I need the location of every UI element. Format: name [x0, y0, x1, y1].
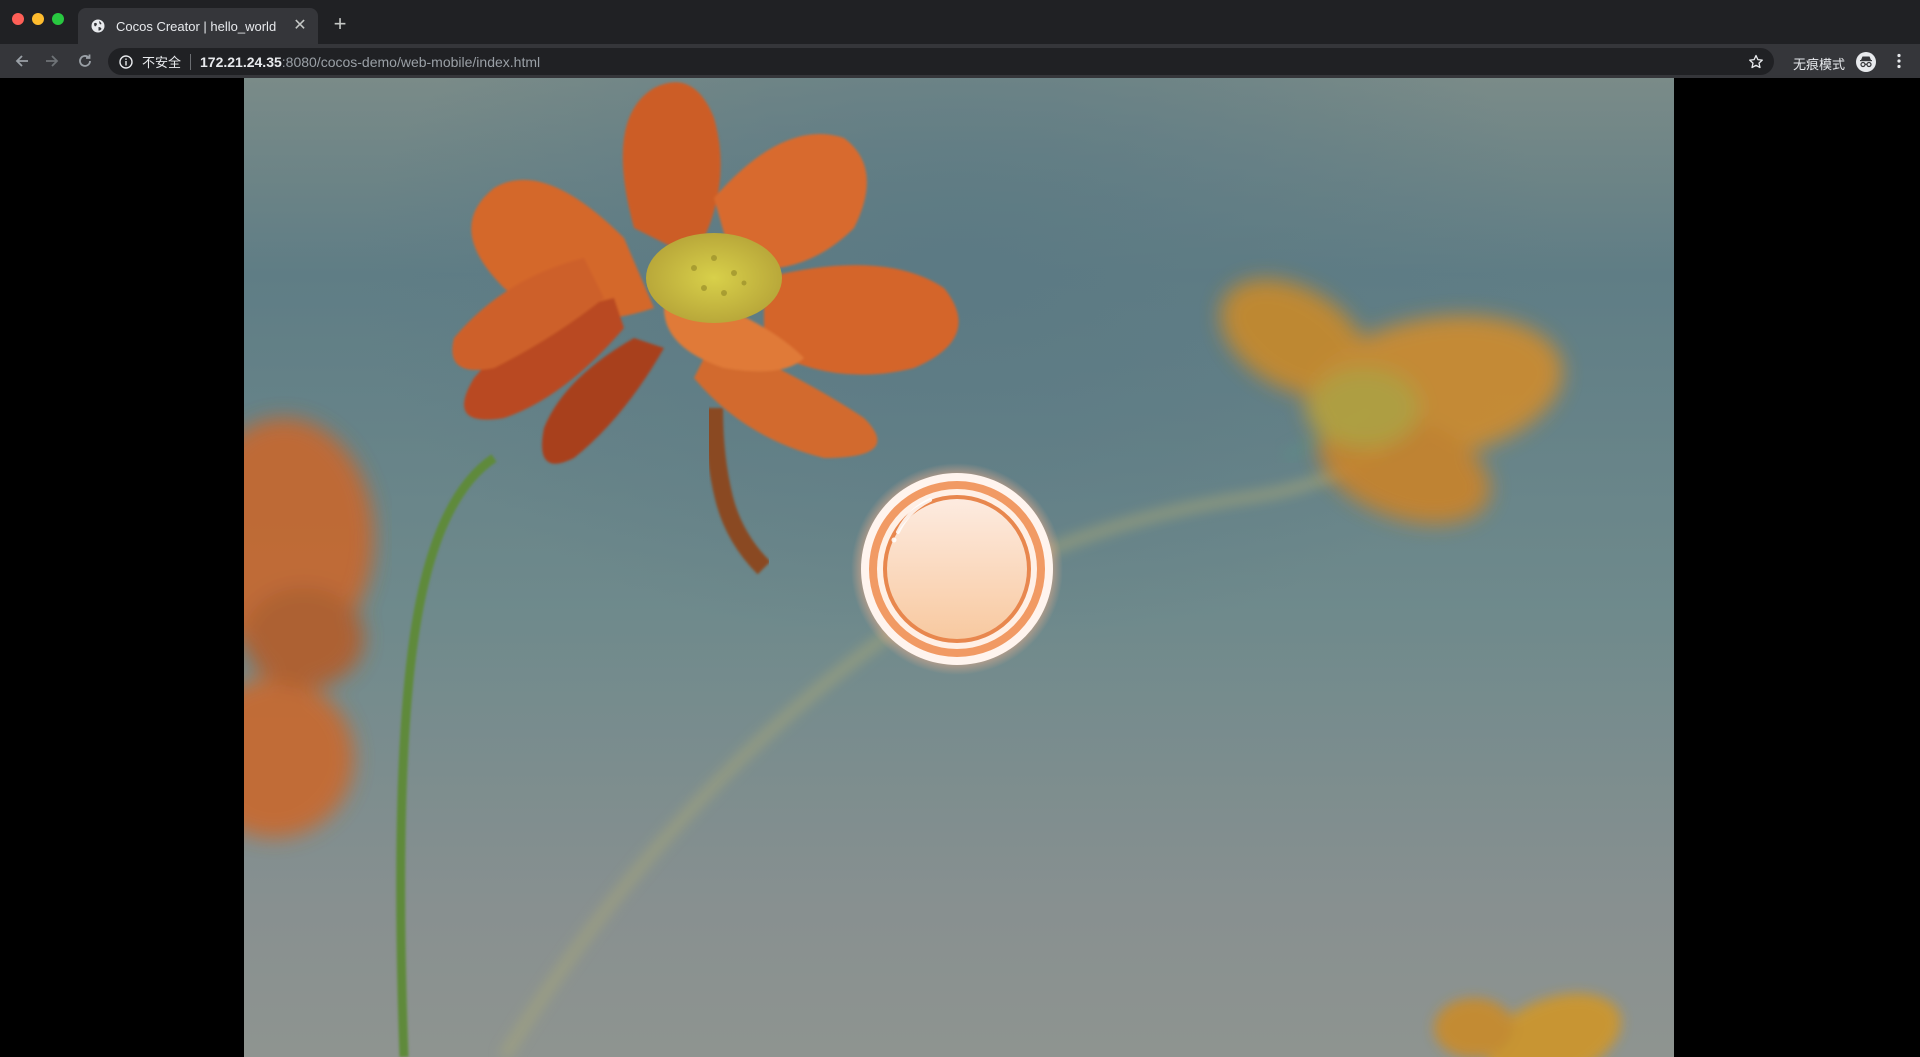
arrow-right-icon[interactable]	[42, 51, 62, 71]
omnibox-divider	[190, 53, 192, 70]
globe-icon	[90, 18, 106, 34]
star-icon[interactable]	[1746, 52, 1766, 72]
close-icon[interactable]: ✕	[292, 18, 308, 34]
reload-icon[interactable]	[75, 51, 95, 71]
url-path: :8080/cocos-demo/web-mobile/index.html	[281, 53, 541, 70]
page-viewport	[0, 78, 1920, 1057]
info-icon[interactable]	[118, 54, 134, 70]
more-vert-icon[interactable]	[1890, 52, 1908, 70]
tab-cocos-creator[interactable]: Cocos Creator | hello_world ✕	[78, 8, 318, 44]
incognito-icon[interactable]	[1856, 52, 1876, 72]
url-host: 172.21.24.35	[200, 53, 282, 70]
game-canvas[interactable]	[244, 78, 1674, 1057]
browser-titlebar: Cocos Creator | hello_world ✕ +	[0, 0, 1920, 44]
incognito-label[interactable]: 无痕模式	[1793, 54, 1845, 73]
browser-toolbar: 不安全 172.21.24.35 :8080/cocos-demo/web-mo…	[0, 44, 1920, 78]
plus-icon[interactable]: +	[330, 13, 350, 35]
address-bar[interactable]: 不安全 172.21.24.35 :8080/cocos-demo/web-mo…	[108, 48, 1774, 75]
circle-button-icon[interactable]	[850, 462, 1064, 676]
window-minimize-button[interactable]	[32, 13, 44, 25]
window-close-button[interactable]	[12, 13, 24, 25]
security-label[interactable]: 不安全	[142, 52, 181, 71]
window-maximize-button[interactable]	[52, 13, 64, 25]
arrow-left-icon[interactable]	[12, 51, 32, 71]
tab-title: Cocos Creator | hello_world	[116, 18, 277, 34]
